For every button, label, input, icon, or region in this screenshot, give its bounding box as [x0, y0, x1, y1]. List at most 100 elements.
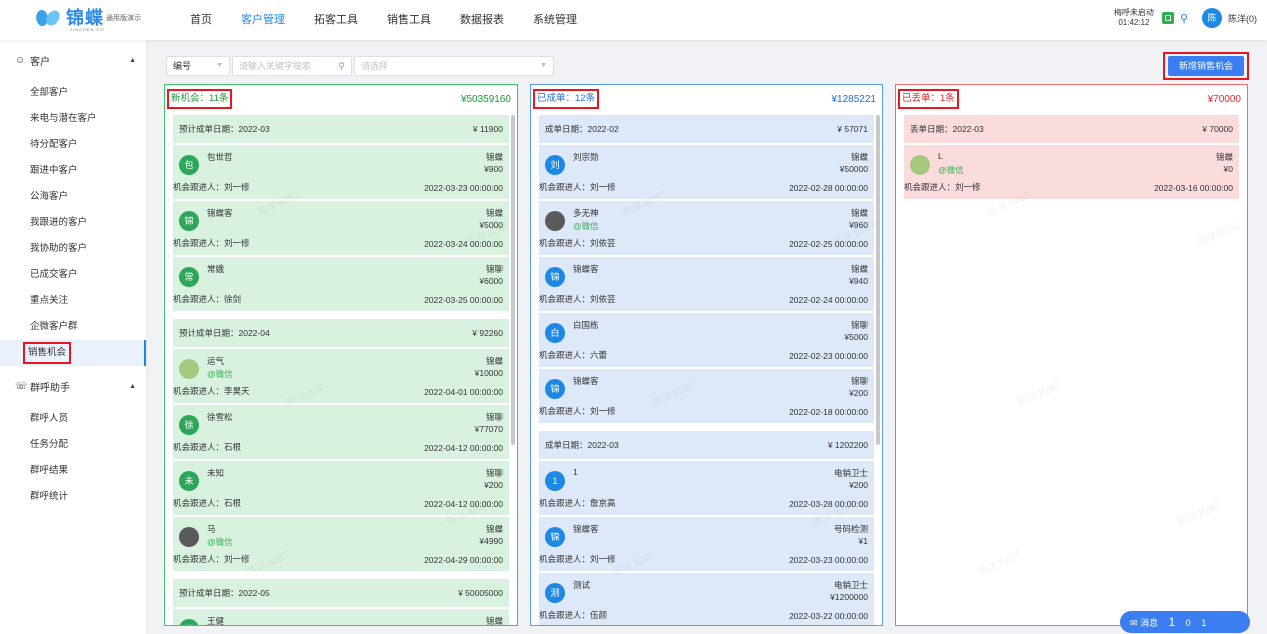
user-avatar[interactable]: 陈	[1202, 8, 1222, 28]
opportunity-card[interactable]: 测测试 电销卫士 ¥1200000 机会跟进人：伍颜 2022-03-22 00:00:…	[539, 571, 874, 625]
avatar: 1	[545, 471, 565, 491]
opportunity-card[interactable]: 多无神 @微信 锦蝶 ¥960 机会跟进人：刘依芸 2022-02-25 00:00:00	[539, 199, 874, 255]
call-timer: 01:42:12	[1118, 18, 1150, 27]
deal-amount: ¥6000	[479, 276, 503, 286]
customer-name[interactable]: 王健	[207, 615, 224, 625]
sidebar-item-call-people[interactable]: 群呼人员	[0, 406, 146, 432]
avatar: 锦	[545, 527, 565, 547]
sidebar-item-public[interactable]: 公海客户	[0, 184, 146, 210]
scrollbar[interactable]	[876, 115, 880, 445]
user-name[interactable]: 陈洋(0)	[1228, 12, 1257, 25]
sidebar-item-unassigned[interactable]: 待分配客户	[0, 132, 146, 158]
opportunity-card[interactable]: 包包世哲 锦蝶 ¥900 机会跟进人：刘一修 2022-03-23 00:00:00	[173, 143, 509, 199]
nav-system[interactable]: 系统管理	[533, 0, 577, 40]
date-group: 成单日期：2022-02 ¥ 57071 刘刘宗勋 锦蝶 ¥50000 机会跟进人：刘一修…	[539, 115, 874, 423]
scrollbar[interactable]	[511, 115, 515, 445]
customer-name[interactable]: 锦蝶客	[207, 207, 233, 219]
customer-name[interactable]: L	[938, 151, 943, 161]
owner-label: 机会跟进人：六蕾	[539, 350, 608, 360]
customer-name[interactable]: 常娥	[207, 263, 224, 275]
nav-home[interactable]: 首页	[190, 0, 212, 40]
customer-name[interactable]: 马	[207, 523, 216, 535]
nav-prospect[interactable]: 拓客工具	[314, 0, 358, 40]
sidebar-item-closed[interactable]: 已成交客户	[0, 262, 146, 288]
phone-status-icon[interactable]	[1161, 12, 1174, 24]
chevron-up-icon: ▲	[129, 382, 136, 390]
group-sum: ¥ 1202200	[827, 440, 868, 450]
watermark: 陈洋 8287	[1176, 499, 1223, 529]
product-name: 锦蝶	[850, 264, 868, 274]
deal-amount: ¥200	[484, 480, 503, 490]
sidebar-item-focus[interactable]: 重点关注	[0, 288, 146, 314]
product-name: 锦蝶	[485, 152, 503, 162]
call-status: 梅呼未启动 01:42:12	[1114, 8, 1154, 28]
opportunity-card[interactable]: 马 @微信 锦蝶 ¥4990 机会跟进人：刘一修 2022-04-29 00:00:00	[173, 515, 509, 571]
opportunity-card[interactable]: 王 王健 锦蝶	[173, 607, 509, 625]
sidebar-item-task[interactable]: 任务分配	[0, 432, 146, 458]
new-opportunity-button[interactable]: 新增销售机会	[1168, 56, 1244, 76]
sidebar-item-mine[interactable]: 我跟进的客户	[0, 210, 146, 236]
opportunity-card[interactable]: 未未知 锦聊 ¥200 机会跟进人：石根 2022-04-12 00:00:00	[173, 459, 509, 515]
customer-name[interactable]: 锦蝶客	[573, 375, 599, 387]
opportunity-card[interactable]: 1 1 电销卫士 ¥200 机会跟进人：詹京高 2022-03-28 00:00:00	[539, 459, 874, 515]
group-sum: ¥ 92260	[472, 328, 503, 338]
opportunity-card[interactable]: 运气 @微信 锦蝶 ¥10000 机会跟进人：李昊天 2022-04-01 00:00:0…	[173, 347, 509, 403]
sidebar-item-leads[interactable]: 来电与潜在客户	[0, 106, 146, 132]
opportunity-card[interactable]: 锦锦蝶客 锦聊 ¥200 机会跟进人：刘一修 2022-02-18 00:00:00	[539, 367, 874, 423]
customer-name[interactable]: 锦蝶客	[573, 523, 599, 535]
brand-logo[interactable]: 锦蝶 通用版演示 JINCHEN.CO	[33, 8, 141, 32]
nav-reports[interactable]: 数据报表	[460, 0, 504, 40]
opportunity-card[interactable]: 白白国栋 锦聊 ¥5000 机会跟进人：六蕾 2022-02-23 00:00:00	[539, 311, 874, 367]
sidebar-item-following[interactable]: 跟进中客户	[0, 158, 146, 184]
message-bar[interactable]: ✉ 消息 1 0 1	[1120, 611, 1250, 633]
sidebar-group-customer[interactable]: ☺ 客户 ▲	[0, 40, 146, 80]
customer-name[interactable]: 刘宗勋	[573, 151, 599, 163]
sidebar-group-call[interactable]: ☏ 群呼助手 ▲	[0, 366, 146, 406]
group-header: 成单日期：2022-03 ¥ 1202200	[539, 431, 874, 459]
opportunity-card[interactable]: 徐徐雪松 锦聊 ¥77070 机会跟进人：石根 2022-04-12 00:00:00	[173, 403, 509, 459]
deal-amount: ¥5000	[844, 332, 868, 342]
product-name: 锦蝶	[850, 152, 868, 162]
customer-name[interactable]: 锦蝶客	[573, 263, 599, 275]
header-right: 梅呼未启动 01:42:12 ⚲ 陈 陈洋(0)	[1114, 8, 1257, 28]
customer-name[interactable]: 运气	[207, 355, 224, 367]
product-name: 锦蝶	[485, 524, 503, 534]
opportunity-card[interactable]: 锦锦蝶客 锦蝶 ¥940 机会跟进人：刘依芸 2022-02-24 00:00:00	[539, 255, 874, 311]
column-won: 已成单：12条 ¥1285221 成单日期：2022-02 ¥ 57071 刘刘宗勋 锦蝶…	[530, 84, 883, 626]
product-name: 锦聊	[485, 468, 503, 478]
customer-name[interactable]: 1	[573, 467, 578, 477]
customer-name[interactable]: 徐雪松	[207, 411, 233, 423]
sidebar-item-wecom[interactable]: 企微客户群	[0, 314, 146, 340]
column-new: 新机会：11条 ¥50359160 预计成单日期：2022-03 ¥ 11900 包包世…	[164, 84, 518, 626]
search-input[interactable]: 请输入关键字搜索 ⚲	[232, 56, 352, 76]
sidebar-item-all[interactable]: 全部客户	[0, 80, 146, 106]
deal-date: 2022-04-12 00:00:00	[424, 499, 503, 509]
customer-name[interactable]: 多无神	[573, 207, 599, 219]
product-name: 锦聊	[485, 412, 503, 422]
opportunity-card[interactable]: L @微信 锦蝶 ¥0 机会跟进人：刘一修 2022-03-16 00:00:00	[904, 143, 1239, 199]
customer-name[interactable]: 未知	[207, 467, 224, 479]
deal-date: 2022-04-29 00:00:00	[424, 555, 503, 565]
wechat-tag: @微信	[573, 221, 599, 231]
filter-select[interactable]: 请选择 ▼	[354, 56, 554, 76]
field-select[interactable]: 编号 ▼	[166, 56, 230, 76]
opportunity-card[interactable]: 常常娥 锦聊 ¥6000 机会跟进人：徐剑 2022-03-25 00:00:00	[173, 255, 509, 311]
search-icon[interactable]: ⚲	[338, 57, 345, 75]
customer-name[interactable]: 白国栋	[573, 319, 599, 331]
sidebar-item-assist[interactable]: 我协助的客户	[0, 236, 146, 262]
customer-name[interactable]: 测试	[573, 579, 590, 591]
opportunity-card[interactable]: 锦锦蝶客 号码检测 ¥1 机会跟进人：刘一修 2022-03-23 00:00:00	[539, 515, 874, 571]
sidebar-item-result[interactable]: 群呼结果	[0, 458, 146, 484]
opportunity-card[interactable]: 刘刘宗勋 锦蝶 ¥50000 机会跟进人：刘一修 2022-02-28 00:00:00	[539, 143, 874, 199]
search-icon[interactable]: ⚲	[1180, 12, 1188, 25]
owner-label: 机会跟进人：刘一修	[539, 406, 616, 416]
nav-customer[interactable]: 客户管理	[241, 0, 285, 40]
sidebar-item-stats[interactable]: 群呼统计	[0, 484, 146, 510]
customer-name[interactable]: 包世哲	[207, 151, 233, 163]
nav-sales[interactable]: 销售工具	[387, 0, 431, 40]
opportunity-card[interactable]: 锦锦蝶客 锦蝶 ¥5000 机会跟进人：刘一修 2022-03-24 00:00:00	[173, 199, 509, 255]
sidebar-item-opportunity[interactable]: 销售机会	[0, 340, 146, 366]
owner-label: 机会跟进人：刘一修	[904, 182, 981, 192]
date-group: 预计成单日期：2022-03 ¥ 11900 包包世哲 锦蝶 ¥900 机会跟进人：刘一修…	[173, 115, 509, 311]
date-group: 成单日期：2022-03 ¥ 1202200 1 1 电销卫士 ¥200 机会跟进人：詹京高…	[539, 431, 874, 625]
